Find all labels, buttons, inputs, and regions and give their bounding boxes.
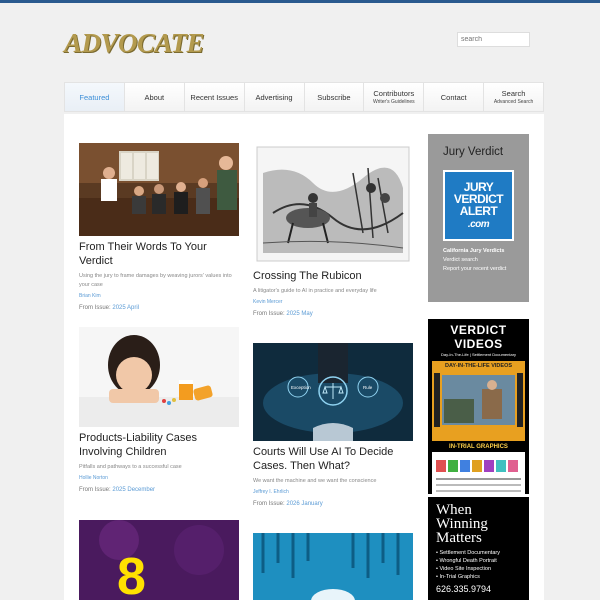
winning-phone: 626.335.9794 [436,584,492,594]
verdict-videos-title: VERDICT VIDEOS [450,323,507,351]
logo-line: .com [467,218,490,230]
svg-text:8: 8 [117,548,146,600]
nav-label: About [144,92,165,102]
article-subtitle: A litigator's guide to AI in practice an… [253,288,377,294]
nav-sublabel: Advanced Search [493,99,534,105]
article-author[interactable]: Jeffrey I. Ehrlich [253,489,413,495]
nav-label: Contact [440,92,467,102]
issue-link[interactable]: 2025 December [112,487,155,493]
article-card[interactable]: 8 [79,520,239,600]
nav-recent-issues[interactable]: Recent Issues [184,83,245,111]
issue-link[interactable]: 2025 May [286,311,312,317]
site-logo[interactable]: ADVOCATE [64,28,205,59]
article-author[interactable]: Brian Kim [79,293,239,299]
trial-graphics-sample [432,452,525,500]
nav-label: Search [501,89,526,98]
nav-advertising[interactable]: Advertising [244,83,305,111]
service-item: • Video Site Inspection [436,566,492,572]
service-item: • Wrongful Death Portrait [436,558,497,564]
nav-label: Contributors [373,89,415,98]
article-card[interactable] [253,533,413,600]
verdict-videos-ad[interactable]: VERDICT VIDEOS Day-In-The-Life | Settlem… [428,319,529,500]
winning-services: • Settlement Documentary • Wrongful Deat… [436,549,521,581]
issue-link[interactable]: 2025 April [112,305,139,311]
report-verdict-link[interactable]: Report your recent verdict [443,266,514,272]
article-image-child[interactable] [79,327,239,427]
jury-verdicts-link[interactable]: California Jury Verdicts [443,248,514,254]
svg-text:Exception: Exception [291,385,311,390]
service-item: • In-Trial Graphics [436,574,480,580]
article-image-number-eight[interactable]: 8 [79,520,239,600]
svg-text:Rule: Rule [363,385,373,390]
in-trial-graphics-label: IN-TRIAL GRAPHICS [449,444,508,450]
article-card[interactable]: Products-Liability Cases Involving Child… [79,327,239,493]
article-card[interactable]: Crossing The Rubicon A litigator's guide… [253,143,413,317]
when-winning-matters-ad[interactable]: When Winning Matters • Settlement Docume… [428,497,529,600]
nav-label: Subscribe [317,92,351,102]
nav-about[interactable]: About [124,83,185,111]
article-card[interactable]: Exception Rule Courts Will Use AI To Dec… [253,343,413,507]
article-author[interactable]: Hollie Norton [79,475,239,481]
winning-headline: When Winning Matters [436,502,488,546]
article-title[interactable]: Crossing The Rubicon [253,269,413,283]
day-in-life-label: DAY-IN-THE-LIFE VIDEOS [444,363,513,369]
article-subtitle: Using the jury to frame damages by weavi… [79,273,232,288]
nav-contact[interactable]: Contact [424,83,485,111]
nav-search[interactable]: Search Advanced Search [484,83,543,111]
article-image-cloud[interactable] [253,533,413,600]
issue-label: From Issue: [79,487,111,493]
article-title[interactable]: Products-Liability Cases Involving Child… [79,431,239,459]
article-card[interactable]: From Their Words To Your Verdict Using t… [79,143,239,311]
search-input[interactable] [457,32,530,47]
article-image-ai-justice[interactable]: Exception Rule [253,343,413,441]
main-content: From Their Words To Your Verdict Using t… [64,114,544,600]
article-subtitle: Pitfalls and pathways to a successful ca… [79,464,182,470]
jury-verdict-widget: Jury Verdict JURY VERDICT ALERT .com Cal… [428,134,529,302]
article-issue: From Issue: 2025 December [79,487,239,493]
issue-label: From Issue: [253,501,285,507]
nav-label: Recent Issues [190,92,238,102]
verdict-search-link[interactable]: Verdict search [443,257,514,263]
article-image-jury[interactable] [79,143,239,236]
nav-label: Featured [79,92,110,102]
article-issue: From Issue: 2026 January [253,501,413,507]
service-item: • Settlement Documentary [436,550,500,556]
article-title[interactable]: Courts Will Use AI To Decide Cases. Then… [253,445,413,473]
day-in-life-band: DAY-IN-THE-LIFE VIDEOS [432,361,525,441]
top-accent-bar [0,0,600,3]
main-nav: Featured About Recent Issues Advertising… [64,82,544,112]
article-title[interactable]: From Their Words To Your Verdict [79,240,239,268]
jury-verdict-alert-logo[interactable]: JURY VERDICT ALERT .com [443,170,514,241]
logo-line: VERDICT [453,191,504,206]
article-issue: From Issue: 2025 May [253,311,413,317]
nav-featured[interactable]: Featured [65,83,125,111]
verdict-videos-subtitle: Day-In-The-Life | Settlement Documentary [440,352,517,357]
article-author[interactable]: Kevin Mercer [253,299,413,305]
logo-line: JURY [463,179,494,194]
article-subtitle: We want the machine and we want the cons… [253,478,377,484]
issue-link[interactable]: 2026 January [286,501,322,507]
nav-subscribe[interactable]: Subscribe [304,83,365,111]
nav-label: Advertising [255,92,293,102]
issue-label: From Issue: [79,305,111,311]
article-issue: From Issue: 2025 April [79,305,239,311]
nav-contributors[interactable]: Contributors Writer's Guidelines [364,83,425,111]
logo-line: ALERT [459,203,498,218]
issue-label: From Issue: [253,311,285,317]
jury-verdict-heading: Jury Verdict [443,146,504,158]
article-image-rubicon[interactable] [253,143,413,265]
nav-sublabel: Writer's Guidelines [372,99,415,105]
